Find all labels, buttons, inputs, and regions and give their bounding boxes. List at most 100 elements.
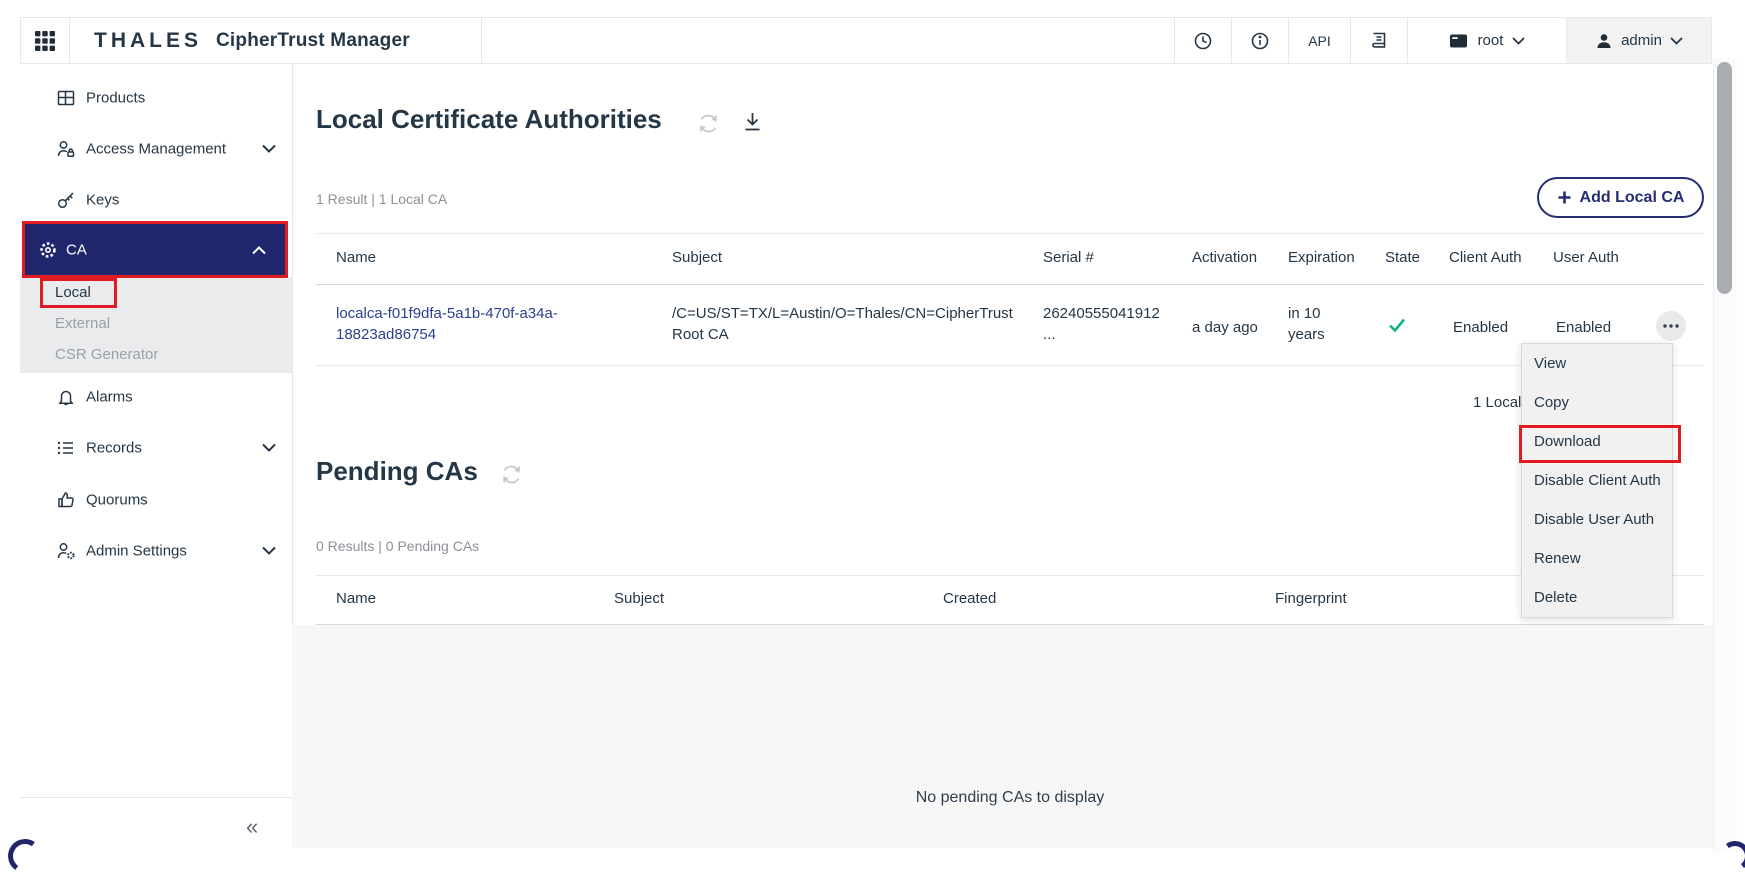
user-icon [1595, 32, 1613, 50]
bell-icon [56, 387, 76, 407]
sidebar-item-products[interactable]: Products [20, 73, 292, 123]
sidebar-item-label: CA [66, 241, 87, 258]
pending-table-top-border [316, 575, 1704, 576]
refresh-icon[interactable] [697, 112, 720, 135]
ellipsis-icon [1663, 324, 1679, 328]
chevron-down-icon [1670, 37, 1683, 45]
results-summary: 1 Result | 1 Local CA [316, 191, 447, 207]
bottom-left-arc-decor [5, 836, 44, 875]
add-local-ca-label: Add Local CA [1580, 189, 1685, 207]
sidebar-item-alarms[interactable]: Alarms [20, 372, 292, 422]
column-header-serial: Serial # [1043, 249, 1094, 266]
pending-column-created: Created [943, 590, 996, 607]
sidebar-item-label: Alarms [86, 389, 133, 406]
add-local-ca-button[interactable]: Add Local CA [1537, 177, 1704, 218]
column-header-expiration: Expiration [1288, 249, 1355, 266]
info-button[interactable] [1231, 18, 1288, 63]
chevron-down-icon [262, 547, 276, 556]
ca-user-auth-cell: Enabled [1556, 317, 1611, 338]
thales-wordmark: THALES [94, 29, 202, 53]
menu-item-renew[interactable]: Renew [1522, 539, 1672, 578]
sidebar-item-label: Admin Settings [86, 543, 187, 560]
ca-serial-cell: 26240555041912 ... [1043, 303, 1161, 345]
chevron-down-icon [1512, 37, 1525, 45]
menu-item-view[interactable]: View [1522, 344, 1672, 383]
sidebar-item-ca[interactable]: CA [25, 224, 285, 275]
pending-column-subject: Subject [614, 590, 664, 607]
ca-activation-cell: a day ago [1192, 317, 1258, 338]
pending-cas-title: Pending CAs [316, 456, 478, 487]
menu-item-disable-client-auth[interactable]: Disable Client Auth [1522, 461, 1672, 500]
api-link[interactable]: API [1288, 18, 1350, 63]
chevron-down-icon [262, 444, 276, 453]
grid-menu-icon [34, 30, 56, 52]
sidebar-subitem-csr-generator[interactable]: CSR Generator [20, 339, 292, 370]
table-header-border [316, 284, 1704, 285]
top-bar-spacer [481, 18, 1174, 63]
product-name: CipherTrust Manager [216, 30, 410, 52]
sidebar-item-quorums[interactable]: Quorums [20, 475, 292, 525]
recent-activity-button[interactable] [1174, 18, 1231, 63]
pending-empty-message: No pending CAs to display [316, 789, 1704, 807]
sidebar-footer-divider [20, 797, 292, 798]
chevron-down-icon [262, 145, 276, 154]
scrollbar-thumb[interactable] [1717, 62, 1732, 294]
domain-label: root [1478, 32, 1504, 49]
sidebar-item-label: Records [86, 440, 142, 457]
sidebar-subitem-external[interactable]: External [20, 308, 292, 339]
download-icon[interactable] [742, 110, 763, 134]
menu-item-download[interactable]: Download [1522, 422, 1672, 461]
products-grid-icon [56, 88, 76, 108]
page-title: Local Certificate Authorities [316, 104, 662, 135]
clock-icon [1192, 30, 1214, 52]
list-icon [56, 438, 76, 458]
sidebar-collapse-button[interactable]: « [246, 816, 258, 838]
state-check-icon [1388, 317, 1406, 333]
table-row-border [316, 365, 1704, 366]
column-header-state: State [1385, 249, 1420, 266]
sidebar-item-label: Quorums [86, 492, 148, 509]
pending-results-summary: 0 Results | 0 Pending CAs [316, 538, 479, 554]
menu-item-delete[interactable]: Delete [1522, 578, 1672, 617]
menu-item-disable-user-auth[interactable]: Disable User Auth [1522, 500, 1672, 539]
sidebar-item-keys[interactable]: Keys [20, 175, 292, 225]
book-icon [1368, 30, 1390, 52]
sidebar-item-label: Access Management [86, 141, 226, 158]
pending-column-name: Name [336, 590, 376, 607]
sidebar-item-access-management[interactable]: Access Management [20, 124, 292, 174]
sidebar-item-label: Products [86, 90, 145, 107]
column-header-user-auth: User Auth [1553, 249, 1619, 266]
info-icon [1249, 30, 1271, 52]
table-top-border [316, 233, 1704, 234]
ca-submenu: Local External CSR Generator [20, 277, 292, 373]
row-actions-button[interactable] [1656, 311, 1686, 341]
refresh-icon[interactable] [500, 463, 523, 486]
menu-item-copy[interactable]: Copy [1522, 383, 1672, 422]
user-menu[interactable]: admin [1566, 18, 1711, 63]
column-header-activation: Activation [1192, 249, 1257, 266]
ca-subject-cell: /C=US/ST=TX/L=Austin/O=Thales/CN=CipherT… [672, 303, 1017, 345]
thumbs-up-icon [56, 490, 76, 510]
chevron-up-icon [252, 245, 266, 254]
user-label: admin [1621, 32, 1662, 49]
plus-icon [1557, 190, 1572, 205]
brand-logo[interactable]: THALES CipherTrust Manager [69, 18, 481, 63]
column-header-name: Name [336, 249, 376, 266]
key-icon [56, 190, 76, 210]
domain-selector[interactable]: root [1407, 18, 1566, 63]
app-launcher-button[interactable] [21, 18, 69, 63]
domain-icon [1449, 32, 1469, 50]
sidebar-item-records[interactable]: Records [20, 423, 292, 473]
pending-empty-area [292, 625, 1713, 848]
user-gear-icon [56, 541, 76, 561]
sidebar-item-admin-settings[interactable]: Admin Settings [20, 526, 292, 576]
sidebar-subitem-local[interactable]: Local [20, 277, 292, 308]
user-lock-icon [56, 139, 76, 159]
column-header-client-auth: Client Auth [1449, 249, 1522, 266]
pending-column-fingerprint: Fingerprint [1275, 590, 1347, 607]
ca-client-auth-cell: Enabled [1453, 317, 1508, 338]
row-actions-menu: View Copy Download Disable Client Auth D… [1521, 343, 1673, 618]
docs-button[interactable] [1350, 18, 1407, 63]
ca-name-link[interactable]: localca-f01f9dfa-5a1b-470f-a34a-18823ad8… [336, 303, 636, 345]
ca-expiration-cell: in 10 years [1288, 303, 1348, 345]
